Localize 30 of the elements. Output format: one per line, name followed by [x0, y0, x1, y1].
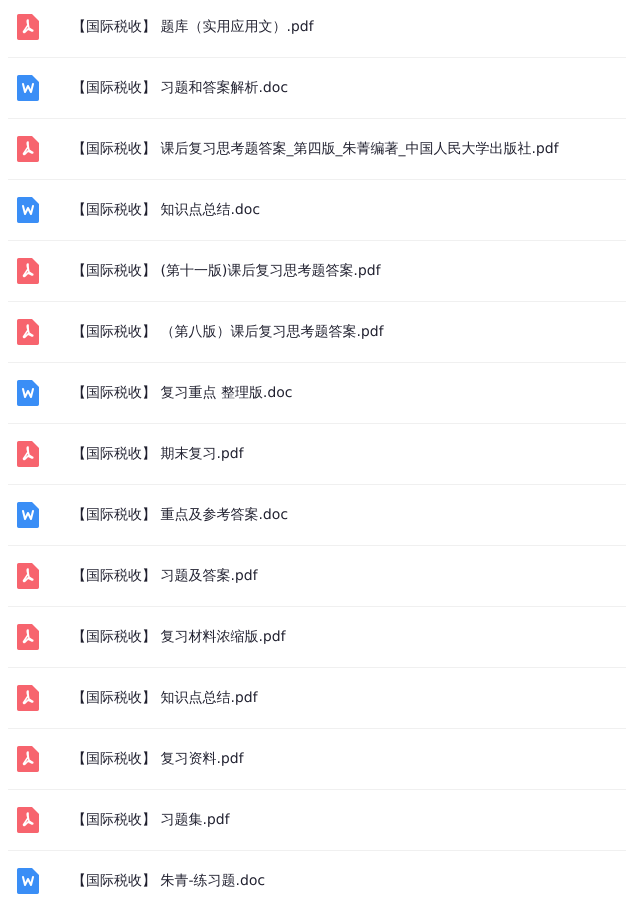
file-name-link[interactable]: 【国际税收】 期末复习.pdf: [72, 445, 244, 463]
file-name-link[interactable]: 【国际税收】 课后复习思考题答案_第四版_朱菁编著_中国人民大学出版社.pdf: [72, 140, 559, 158]
file-name-link[interactable]: 【国际税收】 题库（实用应用文）.pdf: [72, 18, 314, 36]
pdf-file-icon: [17, 319, 39, 345]
pdf-file-icon: [17, 136, 39, 162]
file-name-link[interactable]: 【国际税收】 （第八版）课后复习思考题答案.pdf: [72, 323, 384, 341]
word-file-icon: [17, 868, 39, 894]
word-file-icon: [17, 502, 39, 528]
pdf-file-icon: [17, 746, 39, 772]
pdf-file-icon: [17, 624, 39, 650]
file-name-link[interactable]: 【国际税收】 复习资料.pdf: [72, 750, 244, 768]
file-name-link[interactable]: 【国际税收】 (第十一版)课后复习思考题答案.pdf: [72, 262, 381, 280]
file-name-link[interactable]: 【国际税收】 习题集.pdf: [72, 811, 230, 829]
word-file-icon: [17, 75, 39, 101]
pdf-file-icon: [17, 441, 39, 467]
file-name-link[interactable]: 【国际税收】 习题和答案解析.doc: [72, 79, 288, 97]
word-file-icon: [17, 380, 39, 406]
file-name-link[interactable]: 【国际税收】 习题及答案.pdf: [72, 567, 258, 585]
file-name-link[interactable]: 【国际税收】 复习材料浓缩版.pdf: [72, 628, 286, 646]
pdf-file-icon: [17, 685, 39, 711]
file-name-link[interactable]: 【国际税收】 重点及参考答案.doc: [72, 506, 288, 524]
file-name-link[interactable]: 【国际税收】 朱青-练习题.doc: [72, 872, 266, 890]
file-name-link[interactable]: 【国际税收】 复习重点 整理版.doc: [72, 384, 292, 402]
file-name-link[interactable]: 【国际税收】 知识点总结.pdf: [72, 689, 258, 707]
pdf-file-icon: [17, 563, 39, 589]
pdf-file-icon: [17, 258, 39, 284]
file-name-link[interactable]: 【国际税收】 知识点总结.doc: [72, 201, 260, 219]
pdf-file-icon: [17, 807, 39, 833]
word-file-icon: [17, 197, 39, 223]
pdf-file-icon: [17, 14, 39, 40]
